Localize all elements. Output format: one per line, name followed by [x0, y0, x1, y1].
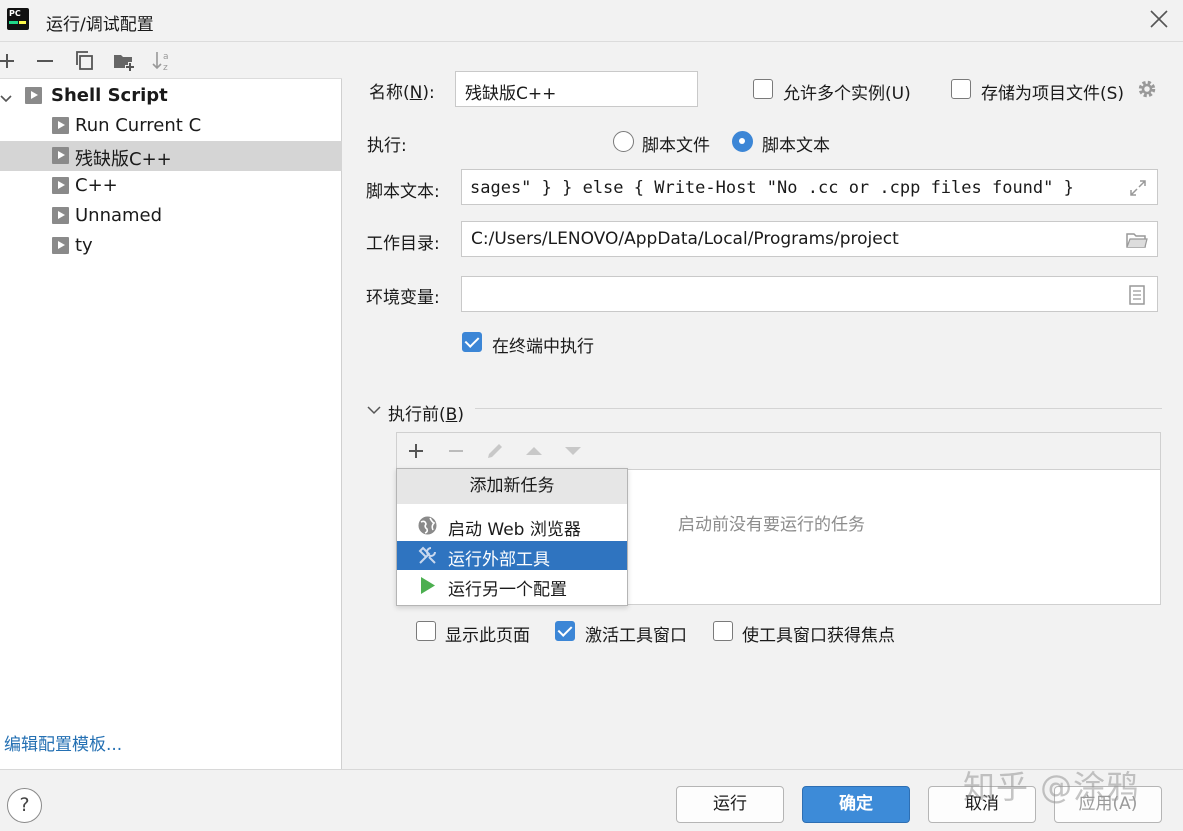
add-task-popup: 添加新任务 启动 Web 浏览器 运行外部工具 运行另一个配置	[396, 468, 628, 606]
shell-script-icon	[25, 87, 42, 104]
tools-icon	[417, 545, 438, 566]
popup-item-another-config[interactable]: 运行另一个配置	[397, 571, 627, 600]
document-icon[interactable]	[1128, 285, 1146, 305]
tree-item-label: Unnamed	[75, 205, 163, 226]
tree-item-selected[interactable]: 残缺版C++	[0, 141, 342, 171]
focus-tool-window-checkbox[interactable]	[713, 621, 733, 641]
script-text-field-label: 脚本文本:	[366, 182, 440, 202]
tree-item-label: 残缺版C++	[75, 149, 172, 170]
add-icon[interactable]	[405, 440, 427, 462]
svg-text:a: a	[163, 52, 169, 62]
run-in-terminal-label: 在终端中执行	[492, 337, 594, 357]
popup-item-external-tool[interactable]: 运行外部工具	[397, 541, 627, 570]
section-divider	[475, 408, 1162, 409]
store-as-file-checkbox[interactable]	[951, 79, 971, 99]
store-as-file-label: 存储为项目文件(S)	[981, 84, 1125, 104]
tree-item[interactable]: C++	[0, 171, 342, 201]
edit-icon[interactable]	[484, 440, 506, 462]
empty-task-text: 启动前没有要运行的任务	[678, 515, 865, 535]
tree-item-label: ty	[75, 235, 93, 256]
tree-item-label: Run Current C	[75, 115, 202, 136]
env-input[interactable]	[461, 276, 1158, 312]
workdir-input[interactable]: C:/Users/LENOVO/AppData/Local/Programs/p…	[461, 221, 1158, 257]
tree-group-shell-script[interactable]: Shell Script	[0, 81, 342, 111]
remove-icon[interactable]	[445, 440, 467, 462]
workdir-label: 工作目录:	[366, 234, 440, 254]
sort-icon[interactable]: az	[148, 47, 176, 75]
move-down-icon[interactable]	[562, 440, 584, 462]
add-icon[interactable]	[0, 47, 22, 75]
script-file-radio[interactable]	[613, 131, 634, 152]
edit-templates-link[interactable]: 编辑配置模板...	[4, 730, 122, 755]
run-icon	[417, 575, 438, 596]
help-button[interactable]: ?	[7, 788, 42, 823]
tree-item[interactable]: ty	[0, 231, 342, 261]
close-icon[interactable]	[1148, 8, 1170, 30]
allow-multiple-label: 允许多个实例(U)	[783, 84, 911, 104]
script-text-label: 脚本文本	[762, 136, 830, 156]
svg-text:z: z	[163, 63, 168, 73]
run-in-terminal-checkbox[interactable]	[462, 332, 482, 352]
globe-icon	[417, 515, 438, 536]
activate-tool-window-label: 激活工具窗口	[585, 626, 687, 646]
gear-icon[interactable]	[1136, 78, 1158, 100]
remove-icon[interactable]	[31, 47, 59, 75]
shell-script-icon	[52, 237, 69, 254]
name-label: 名称(N):	[369, 83, 435, 103]
name-input[interactable]: 残缺版C++	[455, 71, 698, 107]
chevron-down-icon[interactable]	[367, 402, 381, 416]
shell-script-icon	[52, 177, 69, 194]
allow-multiple-checkbox[interactable]	[753, 79, 773, 99]
expand-icon[interactable]	[1128, 178, 1148, 198]
shell-script-icon	[52, 147, 69, 164]
tree-item[interactable]: Run Current C	[0, 111, 342, 141]
tree-group-label: Shell Script	[51, 85, 168, 106]
script-text-radio[interactable]	[732, 131, 753, 152]
before-launch-toolbar	[396, 432, 1161, 469]
env-label: 环境变量:	[366, 288, 440, 308]
popup-header: 添加新任务	[397, 469, 627, 504]
window-title: 运行/调试配置	[46, 15, 154, 35]
title-bar	[0, 0, 1183, 42]
pycharm-logo-icon: PC	[7, 8, 29, 30]
execute-label: 执行:	[367, 136, 407, 156]
chevron-down-icon[interactable]	[0, 89, 12, 103]
run-button[interactable]: 运行	[676, 786, 784, 823]
tree-item[interactable]: Unnamed	[0, 201, 342, 231]
new-folder-icon[interactable]	[110, 47, 138, 75]
script-file-label: 脚本文件	[642, 136, 710, 156]
before-launch-title[interactable]: 执行前(B)	[388, 400, 464, 425]
shell-script-icon	[52, 207, 69, 224]
copy-icon[interactable]	[71, 47, 99, 75]
activate-tool-window-checkbox[interactable]	[555, 621, 575, 641]
shell-script-icon	[52, 117, 69, 134]
folder-icon[interactable]	[1126, 230, 1148, 250]
script-text-input[interactable]: sages" } } else { Write-Host "No .cc or …	[461, 169, 1158, 205]
ok-button[interactable]: 确定	[802, 786, 910, 823]
move-up-icon[interactable]	[523, 440, 545, 462]
show-page-label: 显示此页面	[445, 626, 530, 646]
show-page-checkbox[interactable]	[416, 621, 436, 641]
watermark: 知乎 @涂鸦	[963, 768, 1140, 806]
popup-item-web-browser[interactable]: 启动 Web 浏览器	[397, 511, 627, 540]
focus-tool-window-label: 使工具窗口获得焦点	[742, 626, 895, 646]
tree-item-label: C++	[75, 175, 118, 196]
